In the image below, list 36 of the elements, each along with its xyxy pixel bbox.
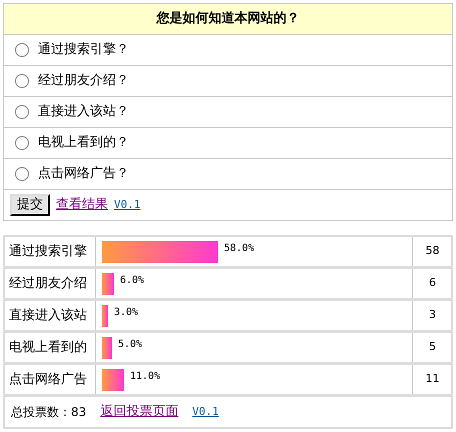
total-votes: 总投票数：83 [11, 404, 86, 421]
option-label: 经过朋友介绍 [5, 269, 96, 298]
radio-button[interactable] [15, 43, 29, 57]
results-link[interactable]: 查看结果 [56, 195, 108, 215]
radio-button[interactable] [15, 167, 29, 181]
option-label: 直接进入该站 [5, 301, 96, 330]
vote-count: 6 [428, 275, 437, 292]
option-label: 经过朋友介绍？ [38, 72, 129, 90]
radio-button[interactable] [15, 136, 29, 150]
option-label: 通过搜索引擎？ [38, 41, 129, 60]
vote-count: 11 [424, 371, 440, 388]
option-label: 通过搜索引擎 [5, 237, 96, 266]
result-bar [102, 305, 108, 327]
vote-count: 3 [428, 307, 437, 324]
option-label: 点击网络广告 [5, 365, 96, 394]
submit-button[interactable]: 提交 [10, 194, 50, 216]
radio-button[interactable] [15, 105, 29, 119]
option-label: 直接进入该站？ [38, 103, 129, 122]
option-label: 电视上看到的 [5, 333, 96, 362]
back-link[interactable]: 返回投票页面 [100, 402, 178, 422]
result-bar [102, 337, 112, 359]
version-link[interactable]: V0.1 [192, 404, 219, 420]
version-link[interactable]: V0.1 [114, 196, 140, 214]
percent-label: 3.0% [114, 306, 138, 320]
percent-label: 6.0% [120, 274, 144, 288]
vote-count: 5 [428, 339, 437, 356]
result-bar [102, 273, 114, 295]
percent-label: 5.0% [118, 338, 142, 352]
option-label: 电视上看到的？ [38, 134, 129, 152]
poll-title: 您是如何知道本网站的？ [4, 4, 452, 35]
result-bar [102, 369, 124, 391]
percent-label: 58.0% [224, 242, 254, 256]
percent-label: 11.0% [130, 370, 160, 384]
vote-count: 58 [424, 243, 440, 260]
option-label: 点击网络广告？ [38, 165, 129, 184]
radio-button[interactable] [15, 74, 29, 88]
